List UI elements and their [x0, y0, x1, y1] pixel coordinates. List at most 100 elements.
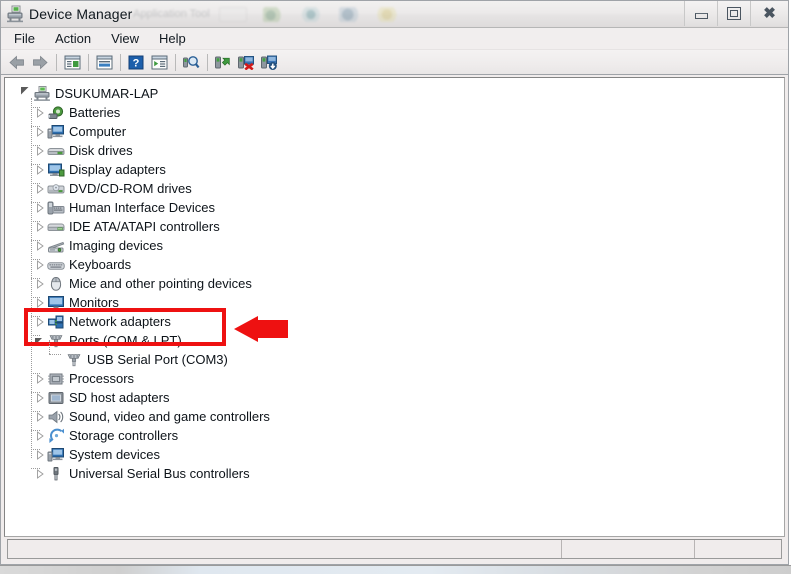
console-tree-icon: [64, 55, 81, 70]
tree-item-label: Keyboards: [69, 256, 132, 272]
expander-closed-icon[interactable]: [33, 426, 47, 445]
expander-closed-icon[interactable]: [33, 255, 47, 274]
ghost-window-overlay: Application Tool: [133, 3, 413, 25]
tree-item-label: Display adapters: [69, 161, 166, 177]
device-tree-pane[interactable]: DSUKUMAR-LAP Batteries Computer Disk drive…: [4, 77, 785, 537]
expander-closed-icon[interactable]: [33, 388, 47, 407]
ghost-overlay-icon-4: [376, 6, 399, 22]
maximize-button[interactable]: [717, 1, 750, 26]
ghost-overlay-icon-2: [300, 6, 323, 22]
tree-item-ports-com-lpt[interactable]: Ports (COM & LPT): [5, 331, 784, 350]
battery-icon: [47, 105, 65, 121]
tree-item-label: Monitors: [69, 294, 119, 310]
expander-closed-icon[interactable]: [33, 369, 47, 388]
tree-item-computer[interactable]: Computer: [5, 122, 784, 141]
tree-connector-stub: [31, 107, 40, 108]
ghost-overlay-text: Application Tool: [133, 8, 210, 20]
toolbar-separator-5: [207, 53, 208, 71]
device-manager-icon: [6, 5, 24, 23]
help-button[interactable]: ?: [125, 52, 147, 73]
menu-item-help[interactable]: Help: [155, 29, 196, 48]
properties-button[interactable]: [93, 52, 115, 73]
expander-closed-icon[interactable]: [33, 179, 47, 198]
computer-root-icon: [33, 85, 51, 102]
tree-connector-stub: [31, 411, 40, 412]
disk-drive-icon: [47, 143, 65, 159]
statusbar: [7, 539, 782, 559]
menu-item-file[interactable]: File: [10, 29, 45, 48]
expander-closed-icon[interactable]: [33, 122, 47, 141]
tree-item-disk-drives[interactable]: Disk drives: [5, 141, 784, 160]
expander-closed-icon[interactable]: [33, 198, 47, 217]
tree-item-keyboards[interactable]: Keyboards: [5, 255, 784, 274]
tree-item-usb-serial-port-com3[interactable]: USB Serial Port (COM3): [5, 350, 784, 369]
expander-closed-icon[interactable]: [33, 464, 47, 483]
expander-closed-icon[interactable]: [33, 445, 47, 464]
tree-item-network-adapters[interactable]: Network adapters: [5, 312, 784, 331]
window-titlebar[interactable]: Device Manager Application Tool ✖: [1, 1, 788, 28]
tree-item-universal-serial-bus-controllers[interactable]: Universal Serial Bus controllers: [5, 464, 784, 483]
tree-item-mice-and-other-pointing-devices[interactable]: Mice and other pointing devices: [5, 274, 784, 293]
expander-closed-icon[interactable]: [33, 103, 47, 122]
tree-connector-stub: [31, 202, 40, 203]
show-hide-action-pane-button[interactable]: [148, 52, 170, 73]
tree-connector-stub: [31, 259, 40, 260]
expander-closed-icon[interactable]: [33, 293, 47, 312]
minimize-button[interactable]: [684, 1, 717, 26]
update-driver-button[interactable]: [212, 52, 234, 73]
tree-item-root[interactable]: DSUKUMAR-LAP: [5, 84, 784, 103]
expander-open-icon[interactable]: [33, 331, 47, 350]
show-hide-console-tree-button[interactable]: [61, 52, 83, 73]
expander-closed-icon[interactable]: [33, 236, 47, 255]
device-manager-window: Device Manager Application Tool ✖ File A…: [0, 0, 789, 565]
status-pane-main: [8, 540, 562, 558]
forward-button[interactable]: [29, 52, 51, 73]
ide-controller-icon: [47, 219, 65, 235]
toolbar-separator-1: [56, 53, 57, 71]
expander-closed-icon[interactable]: [33, 160, 47, 179]
tree-item-processors[interactable]: Processors: [5, 369, 784, 388]
tree-item-system-devices[interactable]: System devices: [5, 445, 784, 464]
dvd-drive-icon: [47, 181, 65, 197]
menu-item-view[interactable]: View: [107, 29, 149, 48]
scan-for-hardware-changes-button[interactable]: [180, 52, 202, 73]
tree-item-sound-video-and-game-controllers[interactable]: Sound, video and game controllers: [5, 407, 784, 426]
close-button[interactable]: ✖: [750, 1, 788, 26]
expander-closed-icon[interactable]: [33, 407, 47, 426]
tree-item-display-adapters[interactable]: Display adapters: [5, 160, 784, 179]
tree-item-label: Ports (COM & LPT): [69, 332, 182, 348]
tree-item-human-interface-devices[interactable]: Human Interface Devices: [5, 198, 784, 217]
tree-item-sd-host-adapters[interactable]: SD host adapters: [5, 388, 784, 407]
hid-icon: [47, 200, 65, 216]
back-button[interactable]: [6, 52, 28, 73]
monitor-icon: [47, 295, 65, 311]
expander-open-icon[interactable]: [19, 84, 33, 103]
tree-connector-stub: [31, 392, 40, 393]
expander-closed-icon[interactable]: [33, 141, 47, 160]
tree-item-label: Processors: [69, 370, 135, 386]
tree-item-label: DSUKUMAR-LAP: [55, 85, 159, 101]
action-pane-icon: [151, 55, 168, 70]
tree-item-monitors[interactable]: Monitors: [5, 293, 784, 312]
tree-item-batteries[interactable]: Batteries: [5, 103, 784, 122]
uninstall-device-button[interactable]: [258, 52, 280, 73]
window-controls: ✖: [684, 1, 788, 26]
tree-item-dvd-cd-rom-drives[interactable]: DVD/CD-ROM drives: [5, 179, 784, 198]
expander-closed-icon[interactable]: [33, 217, 47, 236]
window-title: Device Manager: [29, 6, 133, 22]
tree-item-label: Mice and other pointing devices: [69, 275, 252, 291]
keyboard-icon: [47, 257, 65, 273]
tree-item-storage-controllers[interactable]: Storage controllers: [5, 426, 784, 445]
disable-device-button[interactable]: [235, 52, 257, 73]
storage-controller-icon: [47, 428, 65, 444]
menu-item-action[interactable]: Action: [51, 29, 101, 48]
expander-closed-icon[interactable]: [33, 274, 47, 293]
tree-item-ide-ata-atapi-controllers[interactable]: IDE ATA/ATAPI controllers: [5, 217, 784, 236]
desktop-background: Device Manager Application Tool ✖ File A…: [0, 0, 791, 574]
tree-item-imaging-devices[interactable]: Imaging devices: [5, 236, 784, 255]
expander-closed-icon[interactable]: [33, 312, 47, 331]
toolbar: ?: [1, 50, 788, 75]
tree-item-label: Network adapters: [69, 313, 171, 329]
tree-item-label: Disk drives: [69, 142, 133, 158]
toolbar-separator-4: [175, 53, 176, 71]
